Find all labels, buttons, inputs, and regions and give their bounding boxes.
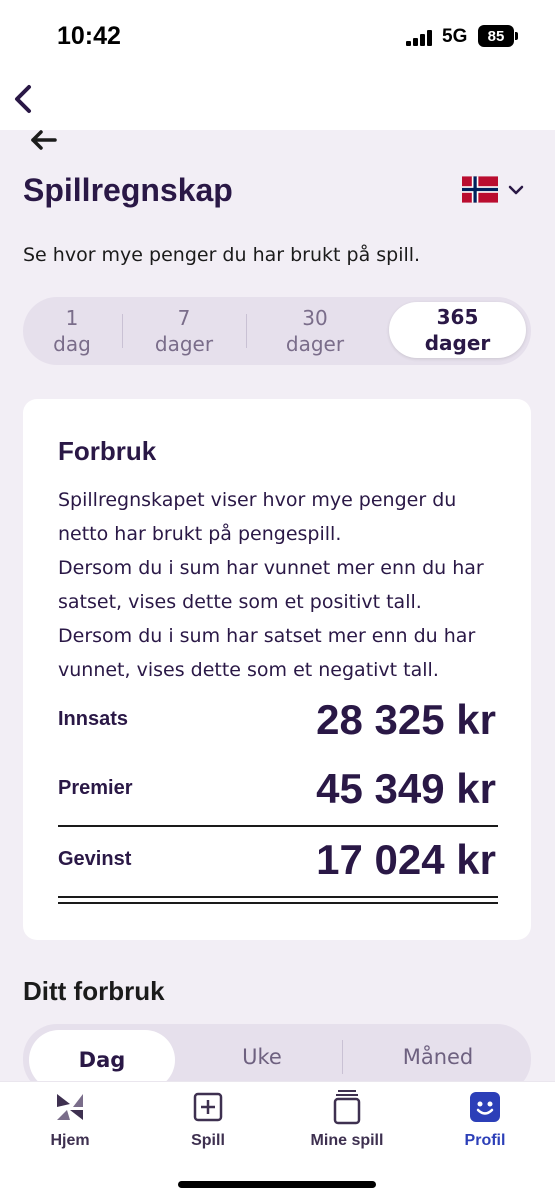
nav-profile[interactable]: Profil — [425, 1088, 545, 1150]
navigation-header — [0, 74, 555, 130]
nav-label: Profil — [464, 1132, 506, 1149]
signal-icon — [406, 30, 432, 46]
prizes-value: 45 349 kr — [316, 765, 496, 812]
chevron-down-icon — [508, 185, 524, 194]
language-selector[interactable] — [462, 176, 524, 203]
prizes-label: Premier — [58, 777, 133, 799]
divider-line — [58, 825, 498, 827]
stake-value: 28 325 kr — [316, 696, 496, 743]
status-time: 10:42 — [57, 22, 121, 50]
period-tab-unit: dager — [424, 331, 491, 355]
double-rule-bottom — [58, 902, 498, 904]
description-paragraph: Spillregnskapet viser hvor mye penger du… — [58, 489, 457, 545]
description-paragraph: Dersom du i sum har satset mer enn du ha… — [58, 625, 476, 681]
section-title: Ditt forbruk — [23, 976, 165, 1006]
home-indicator — [178, 1181, 376, 1188]
nav-label: Spill — [191, 1132, 225, 1149]
period-tab-number: 7 — [177, 306, 191, 330]
period-tab-30-days[interactable]: 30 dager — [247, 297, 383, 365]
period-tab-number: 365 — [436, 305, 479, 329]
stacked-tickets-icon — [333, 1090, 361, 1125]
smiley-face-icon — [470, 1092, 500, 1122]
period-tab-number: 1 — [65, 306, 79, 330]
battery-level: 85 — [487, 27, 505, 45]
nav-home[interactable]: Hjem — [10, 1088, 130, 1150]
home-logo-icon — [57, 1094, 83, 1120]
period-tab-unit: dager — [285, 332, 345, 356]
double-rule-top — [58, 896, 498, 898]
network-type: 5G — [442, 26, 468, 47]
period-tab-number: 30 — [302, 306, 328, 330]
card-title: Forbruk — [58, 436, 157, 466]
nav-my-games[interactable]: Mine spill — [287, 1088, 407, 1150]
winnings-label: Gevinst — [58, 848, 132, 870]
chevron-left-icon[interactable] — [10, 84, 36, 114]
nav-label: Hjem — [50, 1132, 90, 1149]
period-tab-unit: dager — [154, 332, 214, 356]
battery-icon: 85 — [478, 25, 518, 47]
winnings-value: 17 024 kr — [316, 836, 496, 883]
plus-square-icon — [193, 1092, 223, 1122]
consumption-summary-card: Forbruk Spillregnskapet viser hvor mye p… — [23, 399, 531, 940]
period-tab-365-days[interactable]: 365 dager — [389, 302, 526, 358]
page-title: Spillregnskap — [23, 172, 233, 208]
nav-games[interactable]: Spill — [148, 1088, 268, 1150]
stake-label: Innsats — [58, 708, 129, 730]
card-description: Spillregnskapet viser hvor mye penger du… — [58, 483, 508, 687]
status-bar: 10:42 5G 85 — [0, 0, 555, 74]
page-subtitle: Se hvor mye penger du har brukt på spill… — [23, 244, 421, 266]
period-tab-unit: dag — [53, 332, 91, 356]
arrow-left-icon[interactable] — [30, 129, 58, 151]
nav-label: Mine spill — [310, 1132, 384, 1149]
norway-flag-icon — [462, 176, 498, 203]
period-tab-7-days[interactable]: 7 dager — [123, 297, 245, 365]
description-paragraph: Dersom du i sum har vunnet mer enn du ha… — [58, 557, 484, 613]
divider — [342, 1040, 343, 1074]
period-selector: 1 dag 7 dager 30 dager 365 dager — [23, 297, 531, 365]
period-tab-1-day[interactable]: 1 dag — [23, 297, 121, 365]
